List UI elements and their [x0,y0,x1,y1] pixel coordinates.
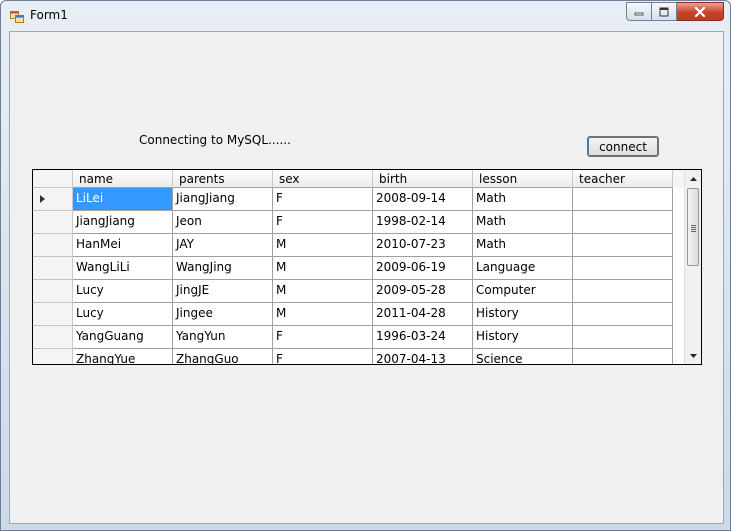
scroll-thumb[interactable] [687,188,699,266]
table-cell[interactable]: 2009-06-19 [373,257,473,280]
table-cell[interactable] [573,280,673,303]
grid-body: LiLei JiangJiang F 2008-09-14 Math JiangJiang… [33,188,685,364]
table-cell[interactable]: Jingee [173,303,273,326]
table-cell[interactable] [573,211,673,234]
table-cell[interactable]: 2008-09-14 [373,188,473,211]
table-row[interactable]: WangLiLi WangJing M 2009-06-19 Language [33,257,685,280]
table-cell[interactable]: ZhangGuo [173,349,273,364]
table-cell[interactable] [573,303,673,326]
table-cell[interactable]: History [473,326,573,349]
table-cell[interactable]: M [273,257,373,280]
row-header[interactable] [33,326,73,349]
table-row[interactable]: LiLei JiangJiang F 2008-09-14 Math [33,188,685,211]
table-cell[interactable]: F [273,211,373,234]
row-header[interactable] [33,349,73,364]
table-cell[interactable]: WangJing [173,257,273,280]
column-header-birth[interactable]: birth [373,170,473,188]
title-bar[interactable]: Form1 [1,1,730,31]
table-cell[interactable]: Math [473,188,573,211]
table-cell[interactable]: M [273,280,373,303]
grid-corner-header[interactable] [33,170,73,188]
table-row[interactable]: ZhangYue ZhangGuo F 2007-04-13 Science [33,349,685,364]
table-cell[interactable] [573,349,673,364]
vertical-scrollbar[interactable] [684,170,701,364]
minimize-button[interactable] [626,2,652,21]
title-bar-buttons [626,2,724,22]
table-cell[interactable]: Lucy [73,280,173,303]
table-cell[interactable] [573,188,673,211]
maximize-icon [659,7,669,16]
row-header[interactable] [33,234,73,257]
table-cell[interactable] [573,257,673,280]
table-cell[interactable]: F [273,188,373,211]
table-cell[interactable]: HanMei [73,234,173,257]
table-cell[interactable]: JingJE [173,280,273,303]
table-row[interactable]: JiangJiang Jeon F 1998-02-14 Math [33,211,685,234]
row-pointer-icon [40,195,45,203]
window-title: Form1 [30,8,68,22]
table-cell[interactable]: 1996-03-24 [373,326,473,349]
scroll-up-icon [689,176,697,181]
table-cell[interactable]: Computer [473,280,573,303]
table-cell[interactable]: M [273,303,373,326]
close-button[interactable] [677,2,724,21]
table-cell[interactable]: Science [473,349,573,364]
column-header-sex[interactable]: sex [273,170,373,188]
row-header[interactable] [33,188,73,211]
table-cell[interactable]: JiangJiang [173,188,273,211]
table-cell[interactable]: F [273,349,373,364]
table-cell[interactable]: 2010-07-23 [373,234,473,257]
table-row[interactable]: Lucy Jingee M 2011-04-28 History [33,303,685,326]
table-cell[interactable]: Language [473,257,573,280]
row-header[interactable] [33,257,73,280]
table-row[interactable]: Lucy JingJE M 2009-05-28 Computer [33,280,685,303]
table-cell[interactable]: ZhangYue [73,349,173,364]
table-cell[interactable]: Math [473,234,573,257]
main-window: Form1 Connecting to MySQL...... connect … [0,0,731,531]
maximize-button[interactable] [652,2,677,21]
table-cell[interactable] [573,234,673,257]
row-header[interactable] [33,303,73,326]
table-cell[interactable]: F [273,326,373,349]
scroll-down-icon [689,353,697,358]
row-header[interactable] [33,211,73,234]
table-cell[interactable]: YangYun [173,326,273,349]
column-header-lesson[interactable]: lesson [473,170,573,188]
row-header[interactable] [33,280,73,303]
scroll-down-button[interactable] [685,347,701,364]
table-cell[interactable]: Jeon [173,211,273,234]
table-cell[interactable]: JiangJiang [73,211,173,234]
table-cell[interactable]: Lucy [73,303,173,326]
table-cell[interactable]: YangGuang [73,326,173,349]
table-cell[interactable]: Math [473,211,573,234]
column-header-teacher[interactable]: teacher [573,170,673,188]
table-row[interactable]: YangGuang YangYun F 1996-03-24 History [33,326,685,349]
form-app-icon[interactable] [10,9,24,23]
table-cell[interactable]: 2009-05-28 [373,280,473,303]
table-cell[interactable]: 2007-04-13 [373,349,473,364]
column-header-parents[interactable]: parents [173,170,273,188]
form-client-area: Connecting to MySQL...... connect name pa… [9,31,724,524]
table-cell[interactable]: 2011-04-28 [373,303,473,326]
table-cell[interactable]: M [273,234,373,257]
grid-header: name parents sex birth lesson teacher [33,170,685,188]
connect-button[interactable]: connect [587,136,659,157]
table-cell[interactable]: LiLei [73,188,173,211]
column-header-name[interactable]: name [73,170,173,188]
table-row[interactable]: HanMei JAY M 2010-07-23 Math [33,234,685,257]
table-cell[interactable]: History [473,303,573,326]
scroll-up-button[interactable] [685,170,701,187]
scroll-grip-icon [691,225,696,233]
table-cell[interactable] [573,326,673,349]
close-icon [694,6,706,17]
data-grid[interactable]: name parents sex birth lesson teacher LiLei Ji… [32,169,702,365]
table-cell[interactable]: 1998-02-14 [373,211,473,234]
table-cell[interactable]: JAY [173,234,273,257]
status-label: Connecting to MySQL...... [139,133,291,147]
table-cell[interactable]: WangLiLi [73,257,173,280]
minimize-icon [634,12,644,15]
